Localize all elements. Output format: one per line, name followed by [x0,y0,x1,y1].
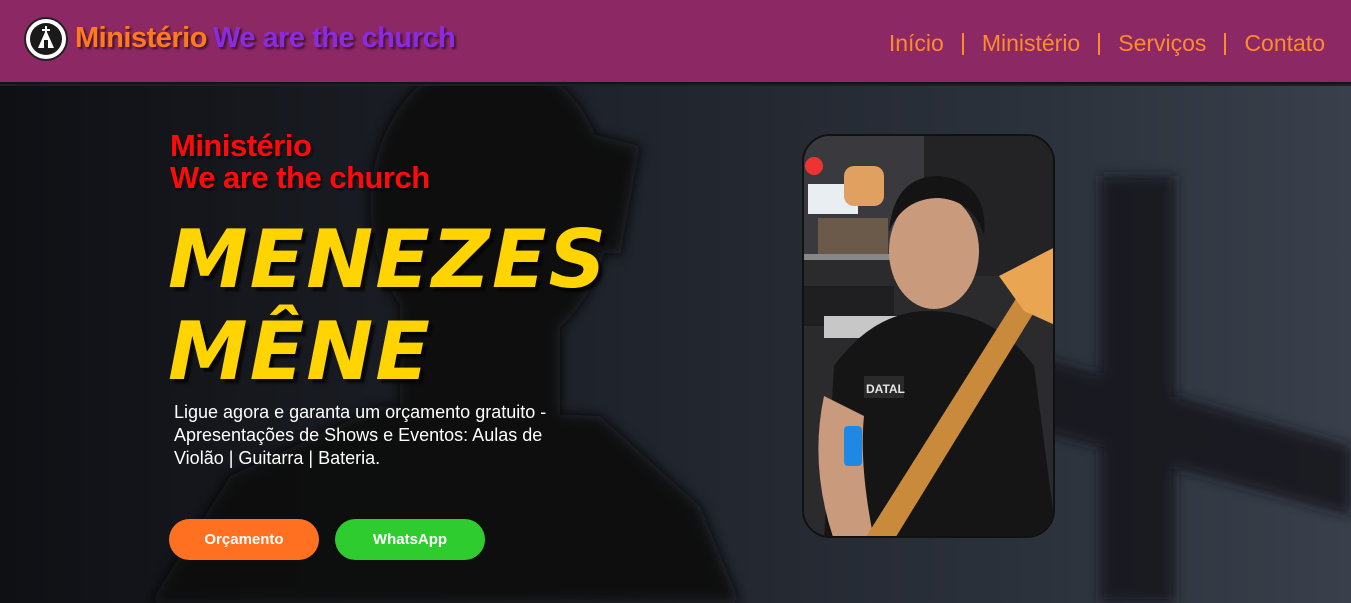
site-header: Ministério We are the church Início Minis… [0,0,1351,84]
artist-name: MENEZES MÊNE [168,214,608,398]
nav-divider [961,32,964,55]
hero-subtitle-line2: We are the church [170,160,430,195]
main-nav: Início Ministério Serviços Contato [889,30,1325,57]
whatsapp-button[interactable]: WhatsApp [335,519,485,560]
hero-subtitle: Ministério We are the church [170,130,430,194]
hero-description: Ligue agora e garanta um orçamento gratu… [174,402,547,468]
brand-part-1: Ministério [75,22,207,54]
hero-section: Ministério We are the church MENEZES MÊN… [0,86,1351,603]
artist-photo: DATAL [802,134,1055,538]
hero-subtitle-line1: Ministério [170,128,312,163]
nav-servicos[interactable]: Serviços [1118,30,1206,57]
nav-contato[interactable]: Contato [1244,30,1325,57]
church-logo-icon[interactable] [24,17,68,61]
brand-part-2: We are the church [212,22,456,54]
quote-button[interactable]: Orçamento [169,519,319,560]
artist-name-line1: MENEZES [168,213,609,306]
nav-divider [1224,32,1227,55]
brand-title[interactable]: Ministério We are the church [75,22,456,55]
svg-text:DATAL: DATAL [866,382,905,396]
nav-divider [1098,32,1101,55]
artist-name-line2: MÊNE [168,305,432,398]
nav-ministerio[interactable]: Ministério [982,30,1080,57]
nav-inicio[interactable]: Início [889,30,944,57]
